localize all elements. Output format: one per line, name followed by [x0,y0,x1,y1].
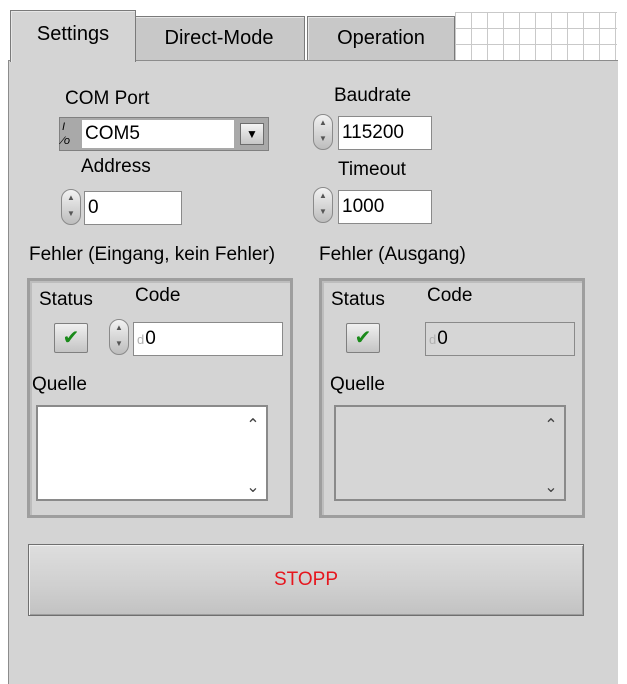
baudrate-spinner[interactable]: ▲ ▼ [313,114,333,150]
error-out-cluster: Status Code ✔ d0 Quelle ⌃ ⌄ [319,278,585,518]
error-in-code-label: Code [135,285,181,306]
error-in-code-value: 0 [145,328,156,349]
checkmark-icon: ✔ [354,327,372,349]
error-in-status-label: Status [39,289,93,310]
error-in-source-field[interactable]: ⌃ ⌄ [36,405,268,501]
scroll-down-icon[interactable]: ⌄ [240,477,266,497]
com-port-value: COM5 [82,120,234,148]
address-spinner[interactable]: ▲ ▼ [61,189,81,225]
error-out-status-led: ✔ [346,323,380,353]
error-out-code-label: Code [427,285,473,306]
error-in-code-field[interactable]: d0 [133,322,283,356]
radix-indicator: d [429,332,437,347]
error-out-code-value: 0 [437,328,448,349]
tab-strip-background [455,12,617,60]
checkmark-icon: ✔ [62,327,80,349]
error-out-source-label: Quelle [330,374,385,395]
scroll-down-icon[interactable]: ⌄ [538,477,564,497]
error-in-source-label: Quelle [32,374,87,395]
stop-button[interactable]: STOPP [28,544,584,616]
address-field[interactable]: 0 [84,191,182,225]
error-out-code-field: d0 [425,322,575,356]
error-out-source-field: ⌃ ⌄ [334,405,566,501]
tab-settings[interactable]: Settings [10,10,136,62]
io-icon: I ⁄o [62,121,70,147]
com-port-select[interactable]: I ⁄o COM5 ▼ [59,117,269,151]
timeout-label: Timeout [338,159,406,180]
com-port-label: COM Port [65,88,150,109]
tab-operation[interactable]: Operation [307,16,455,60]
baudrate-field[interactable]: 115200 [338,116,432,150]
error-in-label: Fehler (Eingang, kein Fehler) [29,244,276,265]
address-label: Address [81,156,151,177]
error-out-label: Fehler (Ausgang) [319,244,466,265]
error-out-scrollbar[interactable]: ⌃ ⌄ [538,407,564,499]
error-out-status-label: Status [331,289,385,310]
scroll-up-icon[interactable]: ⌃ [240,415,266,435]
error-in-cluster: Status Code ✔ ▲ ▼ d0 Quelle ⌃ ⌄ [27,278,293,518]
dropdown-arrow-icon[interactable]: ▼ [240,123,264,145]
scroll-up-icon[interactable]: ⌃ [538,415,564,435]
error-in-status-led[interactable]: ✔ [54,323,88,353]
timeout-spinner[interactable]: ▲ ▼ [313,187,333,223]
baudrate-label: Baudrate [334,85,412,106]
error-in-code-spinner[interactable]: ▲ ▼ [109,319,129,355]
error-in-scrollbar[interactable]: ⌃ ⌄ [240,407,266,499]
timeout-field[interactable]: 1000 [338,190,432,224]
radix-indicator: d [137,332,145,347]
tab-direct-mode[interactable]: Direct-Mode [133,16,305,60]
